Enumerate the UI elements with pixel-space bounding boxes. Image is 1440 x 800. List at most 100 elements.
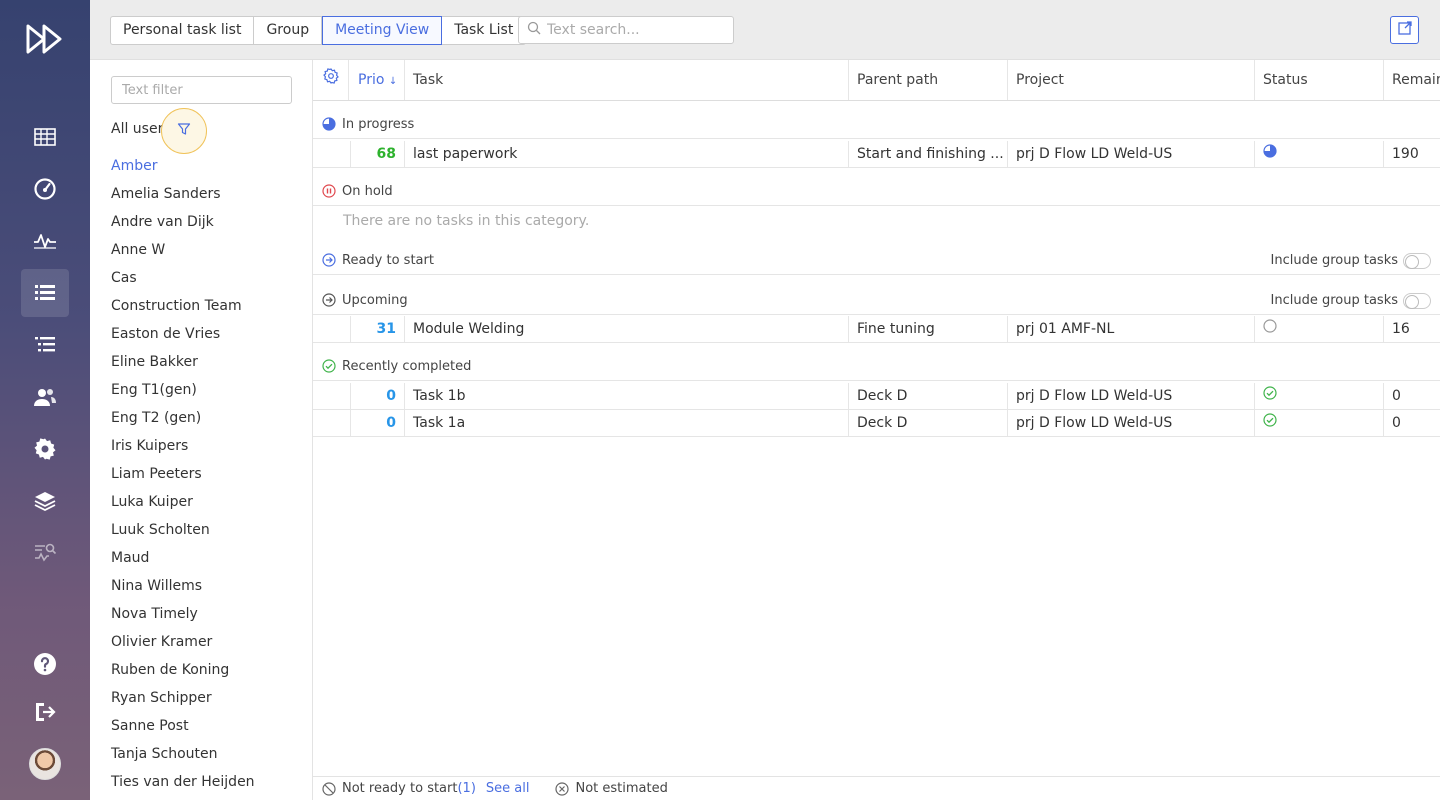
search-input[interactable]	[547, 22, 717, 38]
section-title: On hold	[342, 183, 393, 199]
user-item[interactable]: Liam Peeters	[111, 463, 255, 491]
section-ready-to-start[interactable]: Ready to start Include group tasks	[313, 246, 1440, 275]
section-on-hold[interactable]: On hold	[313, 177, 1440, 206]
table-row[interactable]: 0 Task 1b Deck D prj D Flow LD Weld-US 0	[313, 383, 1440, 410]
dashboard-gauge-icon[interactable]	[21, 165, 69, 213]
tab-task-list[interactable]: Task List	[442, 16, 527, 45]
user-item[interactable]: Luka Kuiper	[111, 491, 255, 519]
see-all-link[interactable]: See all	[486, 781, 530, 796]
user-item[interactable]: Amelia Sanders	[111, 183, 255, 211]
user-item[interactable]: Construction Team	[111, 295, 255, 323]
user-item[interactable]: Ties van der Heijden	[111, 771, 255, 799]
user-item[interactable]: Olivier Kramer	[111, 631, 255, 659]
user-item[interactable]: Eline Bakker	[111, 351, 255, 379]
user-item[interactable]: Eng T1(gen)	[111, 379, 255, 407]
prio-value: 31	[350, 316, 404, 342]
project-name: prj D Flow LD Weld-US	[1007, 141, 1254, 167]
section-title: Ready to start	[342, 252, 434, 268]
table-row[interactable]: 31 Module Welding Fine tuning prj 01 AMF…	[313, 316, 1440, 343]
include-group-tasks-toggle[interactable]	[1403, 253, 1431, 269]
task-name[interactable]: Task 1a	[404, 410, 848, 436]
tab-group[interactable]: Group	[254, 16, 323, 45]
check-circle-icon	[322, 359, 336, 373]
user-item[interactable]: Nova Timely	[111, 603, 255, 631]
ready-arrow-icon	[322, 253, 336, 267]
search-icon	[527, 21, 541, 39]
prio-column-header[interactable]: Prio ↓	[350, 60, 404, 100]
include-group-tasks-toggle[interactable]	[1403, 293, 1431, 309]
user-item[interactable]: Anne W	[111, 239, 255, 267]
gantt-list-icon[interactable]	[21, 321, 69, 369]
avatar[interactable]	[29, 748, 61, 780]
project-name: prj 01 AMF-NL	[1007, 316, 1254, 342]
navigation-rail	[0, 0, 90, 800]
task-column-header[interactable]: Task	[404, 60, 848, 100]
in-progress-icon	[322, 117, 336, 131]
task-name[interactable]: last paperwork	[404, 141, 848, 167]
task-name[interactable]: Module Welding	[404, 316, 848, 342]
status-column-header[interactable]: Status	[1254, 60, 1383, 100]
user-item[interactable]: Luuk Scholten	[111, 519, 255, 547]
status-cell[interactable]	[1254, 410, 1383, 436]
section-in-progress[interactable]: In progress	[313, 110, 1440, 139]
calendar-grid-icon[interactable]	[21, 113, 69, 161]
external-link-icon	[1397, 20, 1413, 40]
logout-icon[interactable]	[21, 688, 69, 736]
user-item[interactable]: Eng T2 (gen)	[111, 407, 255, 435]
user-item[interactable]: Maud	[111, 547, 255, 575]
user-item[interactable]: Ryan Schipper	[111, 687, 255, 715]
user-item[interactable]: Ruben de Koning	[111, 659, 255, 687]
funnel-icon	[177, 122, 191, 140]
tab-meeting-view[interactable]: Meeting View	[322, 16, 443, 45]
user-item-amber[interactable]: Amber	[111, 155, 255, 183]
status-cell[interactable]	[1254, 141, 1383, 167]
user-item[interactable]: Cas	[111, 267, 255, 295]
analytics-icon[interactable]	[21, 529, 69, 577]
user-item[interactable]: Iris Kuipers	[111, 435, 255, 463]
status-cell[interactable]	[1254, 316, 1383, 342]
not-started-circle-icon	[1263, 316, 1277, 342]
user-filter-input[interactable]	[111, 76, 292, 104]
user-item[interactable]: Sanne Post	[111, 715, 255, 743]
remain-value: 190	[1383, 141, 1440, 167]
remain-value: 0	[1383, 410, 1440, 436]
project-column-header[interactable]: Project	[1007, 60, 1254, 100]
column-settings-button[interactable]	[313, 60, 349, 100]
task-name[interactable]: Task 1b	[404, 383, 848, 409]
user-panel: All users Amber Amelia Sanders Andre van…	[90, 60, 313, 800]
parent-path: Start and finishing ...	[848, 141, 1007, 167]
task-table: Prio ↓ Task Parent path Project Status R…	[313, 60, 1440, 776]
users-icon[interactable]	[21, 373, 69, 421]
tab-personal-task-list[interactable]: Personal task list	[110, 16, 255, 45]
user-item[interactable]: Tanja Schouten	[111, 743, 255, 771]
table-row[interactable]: 0 Task 1a Deck D prj D Flow LD Weld-US 0	[313, 410, 1440, 437]
activity-pulse-icon[interactable]	[21, 217, 69, 265]
user-item[interactable]: Easton de Vries	[111, 323, 255, 351]
section-upcoming[interactable]: Upcoming Include group tasks	[313, 286, 1440, 315]
not-estimated-icon	[555, 781, 570, 796]
include-group-tasks-label: Include group tasks	[1270, 252, 1398, 268]
section-title: Recently completed	[342, 358, 472, 374]
table-row[interactable]: 68 last paperwork Start and finishing ..…	[313, 141, 1440, 168]
user-item[interactable]: Nina Willems	[111, 575, 255, 603]
user-item[interactable]: Andre van Dijk	[111, 211, 255, 239]
include-group-tasks-label: Include group tasks	[1270, 292, 1398, 308]
prio-header-label: Prio	[358, 72, 385, 88]
parent-path: Deck D	[848, 410, 1007, 436]
help-icon[interactable]	[21, 640, 69, 688]
open-external-button[interactable]	[1390, 16, 1419, 44]
view-tabs: Personal task list Group Meeting View Ta…	[110, 16, 527, 45]
check-circle-icon	[1263, 410, 1277, 436]
not-ready-count: (1)	[457, 781, 476, 796]
prio-value: 0	[350, 410, 404, 436]
remain-column-header[interactable]: Remain	[1383, 60, 1440, 100]
parent-path-column-header[interactable]: Parent path	[848, 60, 1007, 100]
section-recently-completed[interactable]: Recently completed	[313, 352, 1440, 381]
fast-forward-logo-icon[interactable]	[25, 22, 65, 56]
user-filter-button[interactable]	[161, 108, 207, 154]
task-list-icon[interactable]	[21, 269, 69, 317]
upcoming-arrow-icon	[322, 293, 336, 307]
settings-gear-icon[interactable]	[21, 425, 69, 473]
status-cell[interactable]	[1254, 383, 1383, 409]
layers-icon[interactable]	[21, 477, 69, 525]
